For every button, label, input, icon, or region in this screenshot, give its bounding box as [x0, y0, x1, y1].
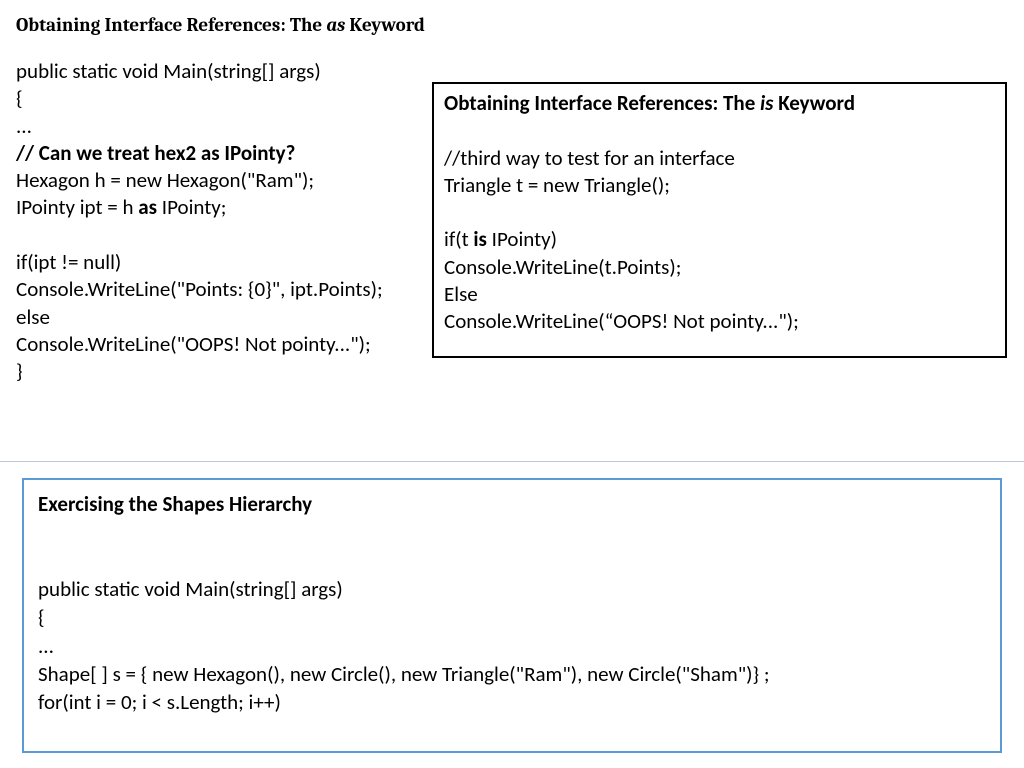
code-line: Else	[444, 281, 995, 308]
code-line: //third way to test for an interface	[444, 145, 995, 172]
code-line: IPointy ipt = h as IPointy;	[16, 194, 446, 221]
code-line: else	[16, 304, 446, 331]
code-line: public static void Main(string[] args)	[38, 575, 986, 603]
code-line: Triangle t = new Triangle();	[444, 172, 995, 199]
bottom-box-title: Exercising the Shapes Hierarchy	[38, 490, 986, 518]
code-text: if(t	[444, 226, 473, 252]
code-line: Shape[ ] s = { new Hexagon(), new Circle…	[38, 660, 986, 688]
title-pre: Obtaining Interface References: The	[444, 90, 760, 116]
bottom-code-box: Exercising the Shapes Hierarchy public s…	[22, 478, 1002, 753]
as-keyword: as	[138, 194, 157, 220]
right-code-box: Obtaining Interface References: The is K…	[432, 82, 1007, 358]
code-comment-bold: // Can we treat hex2 as IPointy?	[16, 140, 446, 167]
code-line: {	[16, 85, 446, 112]
code-line: if(t is IPointy)	[444, 226, 995, 253]
code-line: public static void Main(string[] args)	[16, 58, 446, 85]
page-heading: Obtaining Interface References: The as K…	[0, 0, 1024, 36]
blank-line	[38, 547, 986, 575]
title-post: Keyword	[773, 90, 855, 116]
code-text: IPointy;	[157, 194, 226, 220]
code-line: {	[38, 603, 986, 631]
code-line: for(int i = 0; i < s.Length; i++)	[38, 688, 986, 716]
heading-pre: Obtaining Interface References: The	[16, 14, 326, 36]
right-box-title: Obtaining Interface References: The is K…	[444, 90, 995, 117]
code-line: Console.WriteLine(“OOPS! Not pointy...")…	[444, 308, 995, 335]
blank-line	[16, 222, 446, 249]
code-line: ...	[38, 632, 986, 660]
code-line: Console.WriteLine("OOPS! Not pointy...")…	[16, 331, 446, 358]
left-code-block: public static void Main(string[] args) {…	[16, 58, 446, 386]
heading-keyword: as	[326, 14, 345, 36]
blank-line	[444, 199, 995, 226]
is-keyword-title: is	[760, 90, 773, 116]
code-text: IPointy)	[487, 226, 557, 252]
code-line: Console.WriteLine("Points: {0}", ipt.Poi…	[16, 276, 446, 303]
heading-post: Keyword	[345, 14, 425, 36]
code-line: Hexagon h = new Hexagon("Ram");	[16, 167, 446, 194]
code-text: IPointy ipt = h	[16, 194, 138, 220]
blank-line	[38, 518, 986, 546]
code-line: if(ipt != null)	[16, 249, 446, 276]
is-keyword: is	[473, 226, 487, 252]
code-line: }	[16, 358, 446, 385]
horizontal-divider	[0, 461, 1024, 462]
code-line: Console.WriteLine(t.Points);	[444, 254, 995, 281]
code-line: ...	[16, 113, 446, 140]
blank-line	[444, 117, 995, 144]
